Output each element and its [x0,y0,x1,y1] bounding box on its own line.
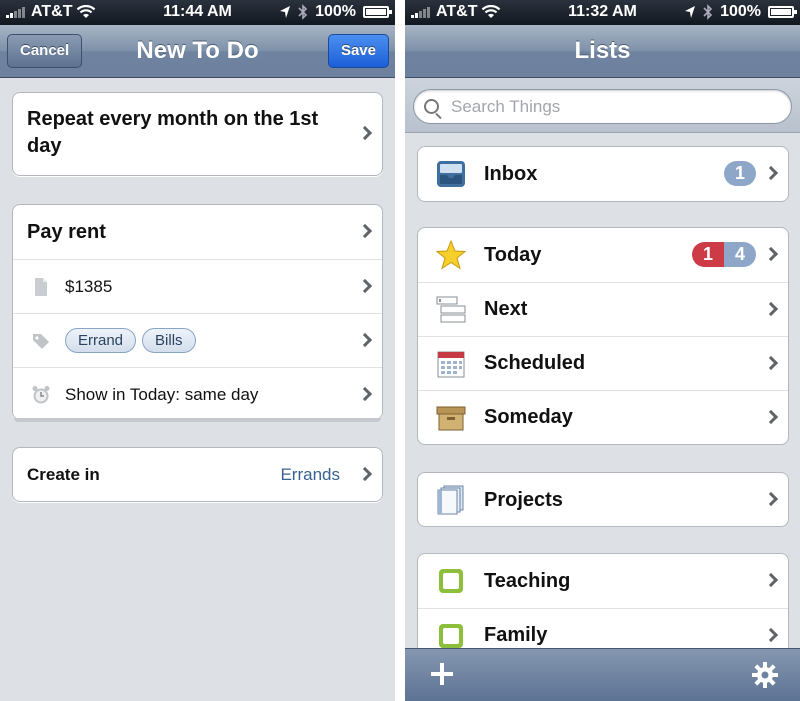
list-item-today[interactable]: Today 1 4 [418,228,788,282]
chevron-right-icon [357,386,373,401]
status-right: 100% [684,3,797,21]
chevron-right-icon [357,125,373,141]
alarm-clock-icon [32,385,50,403]
chevron-right-icon [357,332,373,347]
archive-box-icon [436,406,466,430]
todo-reminder-row[interactable]: Show in Today: same day [13,367,382,419]
search-bar: Search Things [405,78,800,133]
today-count: 4 [723,242,756,267]
list-label: Teaching [484,569,571,592]
area-checkbox-icon [439,569,463,593]
card-stack-edge [14,418,381,422]
chevron-right-icon [357,466,373,481]
list-label: Someday [484,406,573,428]
list-item-inbox[interactable]: Inbox 1 [418,147,788,201]
save-button[interactable]: Save [327,34,389,68]
chevron-right-icon [763,355,779,370]
new-todo-screen: AT&T 11:44 AM 100% Cancel New To Do Save… [0,0,395,701]
create-in-setting[interactable]: Create in Errands [12,447,383,502]
chevron-right-icon [763,246,779,262]
projects-group: Projects [417,472,789,527]
inbox-count-badge: 1 [723,161,756,186]
search-input[interactable]: Search Things [413,89,792,124]
battery-label: 100% [720,3,761,20]
list-label: Next [484,298,528,320]
focus-group: Today 1 4 Next Scheduled Someday [417,227,789,445]
list-label: Family [484,624,548,646]
add-icon[interactable] [431,663,453,685]
create-in-row[interactable]: Create in Errands [13,448,382,501]
search-placeholder: Search Things [451,96,561,116]
list-label: Scheduled [484,352,586,374]
nav-bar: Lists [405,25,800,78]
todo-note-row[interactable]: $1385 [13,259,382,313]
inbox-tray-icon [437,161,465,187]
status-right: 100% [279,3,392,21]
list-label: Projects [484,488,563,511]
battery-icon [363,6,392,18]
todo-details-card: Pay rent $1385 Errand Bills Show in Toda… [12,204,383,420]
create-in-value: Errands [280,464,340,484]
status-bar: AT&T 11:32 AM 100% [405,0,800,25]
list-item-teaching[interactable]: Teaching [418,554,788,608]
next-list-icon [436,296,466,322]
chevron-right-icon [763,301,779,316]
lists-screen: AT&T 11:32 AM 100% Lists Search Things I… [405,0,800,701]
projects-stack-icon [437,485,464,515]
bluetooth-icon [703,4,713,20]
tag-icon [33,333,49,349]
list-label: Inbox [484,162,538,185]
todo-tags-row[interactable]: Errand Bills [13,313,382,367]
chevron-right-icon [357,223,373,239]
nav-bar: Cancel New To Do Save [0,25,395,78]
bottom-toolbar [405,648,800,701]
repeat-text: Repeat every month on the 1st day [27,108,319,157]
status-bar: AT&T 11:44 AM 100% [0,0,395,25]
create-in-label: Create in [27,464,100,484]
location-arrow-icon [685,6,696,18]
inbox-group: Inbox 1 [417,146,789,202]
repeat-setting[interactable]: Repeat every month on the 1st day [12,92,383,176]
today-due-count: 1 [691,242,724,267]
todo-reminder: Show in Today: same day [65,384,259,404]
calendar-icon [437,351,465,377]
list-item-someday[interactable]: Someday [418,390,788,444]
list-item-projects[interactable]: Projects [418,473,788,526]
page-title: Lists [574,37,631,64]
today-count-badge: 1 4 [691,242,756,267]
gear-icon[interactable] [752,662,778,688]
todo-title-row[interactable]: Pay rent [13,205,382,259]
todo-title: Pay rent [27,220,106,243]
battery-icon [768,6,797,18]
location-arrow-icon [280,6,291,18]
list-item-scheduled[interactable]: Scheduled [418,336,788,390]
list-label: Today [484,243,542,266]
chevron-right-icon [357,278,373,293]
bluetooth-icon [298,4,308,20]
tag-bills[interactable]: Bills [142,328,196,353]
chevron-right-icon [763,572,779,588]
area-checkbox-icon [439,623,463,648]
list-item-next[interactable]: Next [418,282,788,336]
inbox-count: 1 [723,161,756,186]
chevron-right-icon [763,491,779,507]
tag-errand[interactable]: Errand [65,328,137,353]
search-icon [424,99,439,114]
chevron-right-icon [763,409,779,424]
todo-note: $1385 [65,276,113,296]
star-icon [436,240,466,270]
note-icon [35,277,47,296]
chevron-right-icon [763,165,779,181]
chevron-right-icon [763,627,779,642]
battery-label: 100% [315,3,356,20]
